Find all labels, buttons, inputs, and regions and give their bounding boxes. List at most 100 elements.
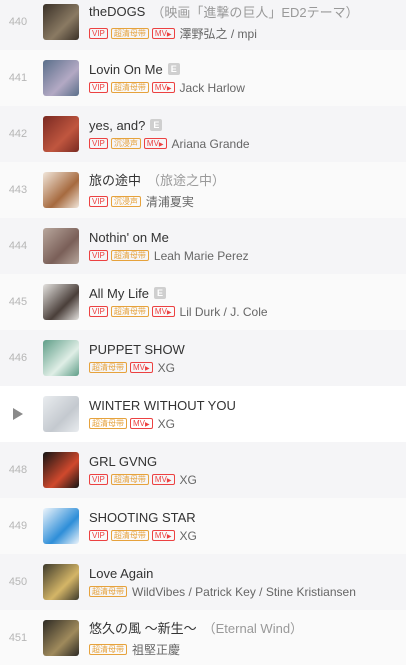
badge-label: VIP — [92, 29, 105, 38]
badge-label: 超清母带 — [92, 587, 124, 596]
mv-badge[interactable]: MV▶ — [151, 530, 175, 541]
mv-badge[interactable]: MV▶ — [151, 28, 175, 39]
album-cover[interactable] — [43, 564, 79, 600]
quality-badge: 沉浸声 — [110, 196, 141, 207]
track-artist[interactable]: XG — [180, 473, 197, 487]
badge-label: 超清母带 — [113, 29, 146, 38]
mv-play-icon: ▶ — [145, 366, 150, 372]
track-artist[interactable]: XG — [158, 361, 175, 375]
track-meta: Nothin' on Me VIP 超清母带 Leah Marie Perez — [89, 230, 249, 263]
album-cover[interactable] — [43, 508, 79, 544]
title-line: SHOOTING STAR — [89, 510, 197, 525]
track-artist[interactable]: Jack Harlow — [180, 81, 245, 95]
song-row[interactable]: 441 Lovin On Me E VIP 超清母带 MV▶ Jack Harlow — [0, 50, 406, 106]
badge-label: 超清母带 — [92, 645, 124, 654]
song-row[interactable]: 451 悠久の風 ～新生～ （Eternal Wind） 超清母带 祖堅正慶 — [0, 610, 406, 665]
album-cover[interactable] — [43, 452, 79, 488]
track-artist[interactable]: 澤野弘之 / mpi — [180, 25, 257, 42]
track-title[interactable]: Lovin On Me — [89, 62, 163, 77]
badge-label: VIP — [92, 251, 105, 260]
tags-line: VIP 超清母带 MV▶ 澤野弘之 / mpi — [89, 25, 359, 42]
badge-label: 超清母带 — [92, 363, 124, 372]
quality-badge: 超清母带 — [110, 530, 149, 541]
album-cover[interactable] — [43, 396, 79, 432]
track-meta: yes, and? E VIP 沉浸声 MV▶ Ariana Grande — [89, 118, 250, 151]
track-meta: 旅の途中 （旅途之中） VIP 沉浸声 清浦夏実 — [89, 170, 225, 210]
tags-line: 超清母带 WildVibes / Patrick Key / Stine Kris… — [89, 585, 356, 599]
track-artist[interactable]: Leah Marie Perez — [154, 249, 249, 263]
track-artist[interactable]: 清浦夏実 — [146, 193, 194, 210]
album-cover[interactable] — [43, 340, 79, 376]
mv-badge[interactable]: MV▶ — [151, 82, 175, 93]
album-cover[interactable] — [43, 4, 79, 40]
mv-badge[interactable]: MV▶ — [151, 306, 175, 317]
track-title[interactable]: 旅の途中 — [89, 170, 141, 189]
mv-play-icon: ▶ — [166, 534, 172, 540]
track-title[interactable]: SHOOTING STAR — [89, 510, 196, 525]
title-line: WINTER WITHOUT YOU — [89, 398, 236, 413]
vip-badge: VIP — [89, 250, 108, 261]
quality-badge: 超清母带 — [110, 82, 149, 93]
quality-badge: 超清母带 — [89, 586, 127, 597]
track-meta: GRL GVNG VIP 超清母带 MV▶ XG — [89, 454, 197, 487]
track-title[interactable]: WINTER WITHOUT YOU — [89, 398, 236, 413]
song-row[interactable]: 442 yes, and? E VIP 沉浸声 MV▶ Ariana Grande — [0, 106, 406, 162]
track-title[interactable]: PUPPET SHOW — [89, 342, 185, 357]
track-title[interactable]: Nothin' on Me — [89, 230, 169, 245]
mv-badge[interactable]: MV▶ — [130, 418, 153, 429]
song-row[interactable]: 444 Nothin' on Me VIP 超清母带 Leah Marie Perez — [0, 218, 406, 274]
track-meta: PUPPET SHOW 超清母带 MV▶ XG — [89, 342, 185, 375]
play-icon[interactable] — [0, 408, 36, 420]
tags-line: VIP 沉浸声 MV▶ Ariana Grande — [89, 137, 250, 151]
album-cover[interactable] — [43, 60, 79, 96]
track-meta: 悠久の風 ～新生～ （Eternal Wind） 超清母带 祖堅正慶 — [89, 618, 303, 658]
song-row[interactable]: 445 All My Life E VIP 超清母带 MV▶ Lil Durk / J. C… — [0, 274, 406, 330]
track-artist[interactable]: Ariana Grande — [172, 137, 250, 151]
vip-badge: VIP — [89, 530, 108, 541]
track-artist[interactable]: 祖堅正慶 — [132, 641, 180, 658]
track-meta: Lovin On Me E VIP 超清母带 MV▶ Jack Harlow — [89, 62, 245, 95]
track-title[interactable]: theDOGS — [89, 4, 145, 19]
track-index: 444 — [8, 240, 28, 252]
song-row[interactable]: 446 PUPPET SHOW 超清母带 MV▶ XG — [0, 330, 406, 386]
track-artist[interactable]: XG — [158, 417, 175, 431]
album-cover[interactable] — [43, 284, 79, 320]
album-cover[interactable] — [43, 228, 79, 264]
track-title[interactable]: All My Life — [89, 286, 149, 301]
song-row[interactable]: 448 GRL GVNG VIP 超清母带 MV▶ XG — [0, 442, 406, 498]
track-index: 451 — [8, 632, 28, 644]
album-cover[interactable] — [43, 172, 79, 208]
badge-label: MV — [154, 475, 167, 484]
tags-line: VIP 沉浸声 清浦夏実 — [89, 193, 225, 210]
mv-badge[interactable]: MV▶ — [143, 138, 167, 149]
track-index: 450 — [8, 576, 28, 588]
song-row[interactable]: 450 Love Again 超清母带 WildVibes / Patrick Key… — [0, 554, 406, 610]
track-artist[interactable]: Lil Durk / J. Cole — [180, 305, 268, 319]
track-title[interactable]: yes, and? — [89, 118, 145, 133]
badge-label: 超清母带 — [113, 83, 146, 92]
mv-badge[interactable]: MV▶ — [151, 474, 175, 485]
track-title[interactable]: 悠久の風 ～新生～ — [89, 618, 197, 637]
track-title[interactable]: Love Again — [89, 566, 153, 581]
badge-label: MV — [146, 139, 159, 148]
track-artist[interactable]: WildVibes / Patrick Key / Stine Kristian… — [132, 585, 356, 599]
explicit-icon: E — [167, 63, 180, 75]
title-line: yes, and? E — [89, 118, 250, 133]
song-row[interactable]: WINTER WITHOUT YOU 超清母带 MV▶ XG — [0, 386, 406, 442]
album-cover[interactable] — [43, 620, 79, 656]
song-row[interactable]: 449 SHOOTING STAR VIP 超清母带 MV▶ XG — [0, 498, 406, 554]
album-cover[interactable] — [43, 116, 79, 152]
song-row[interactable]: 440 theDOGS （映画「進撃の巨人」ED2テーマ） VIP 超清母带 MV▶ 澤野弘… — [0, 0, 406, 50]
badge-label: VIP — [92, 83, 105, 92]
mv-play-icon: ▶ — [166, 478, 172, 484]
tags-line: 超清母带 MV▶ XG — [89, 361, 185, 375]
track-title[interactable]: GRL GVNG — [89, 454, 157, 469]
mv-badge[interactable]: MV▶ — [130, 362, 153, 373]
track-meta: WINTER WITHOUT YOU 超清母带 MV▶ XG — [89, 398, 236, 431]
mv-play-icon: ▶ — [166, 310, 172, 316]
mv-play-icon: ▶ — [158, 142, 164, 148]
vip-badge: VIP — [89, 82, 108, 93]
song-row[interactable]: 443 旅の途中 （旅途之中） VIP 沉浸声 清浦夏実 — [0, 162, 406, 218]
track-artist[interactable]: XG — [180, 529, 197, 543]
track-meta: theDOGS （映画「進撃の巨人」ED2テーマ） VIP 超清母带 MV▶ 澤野弘之 /… — [89, 2, 359, 42]
